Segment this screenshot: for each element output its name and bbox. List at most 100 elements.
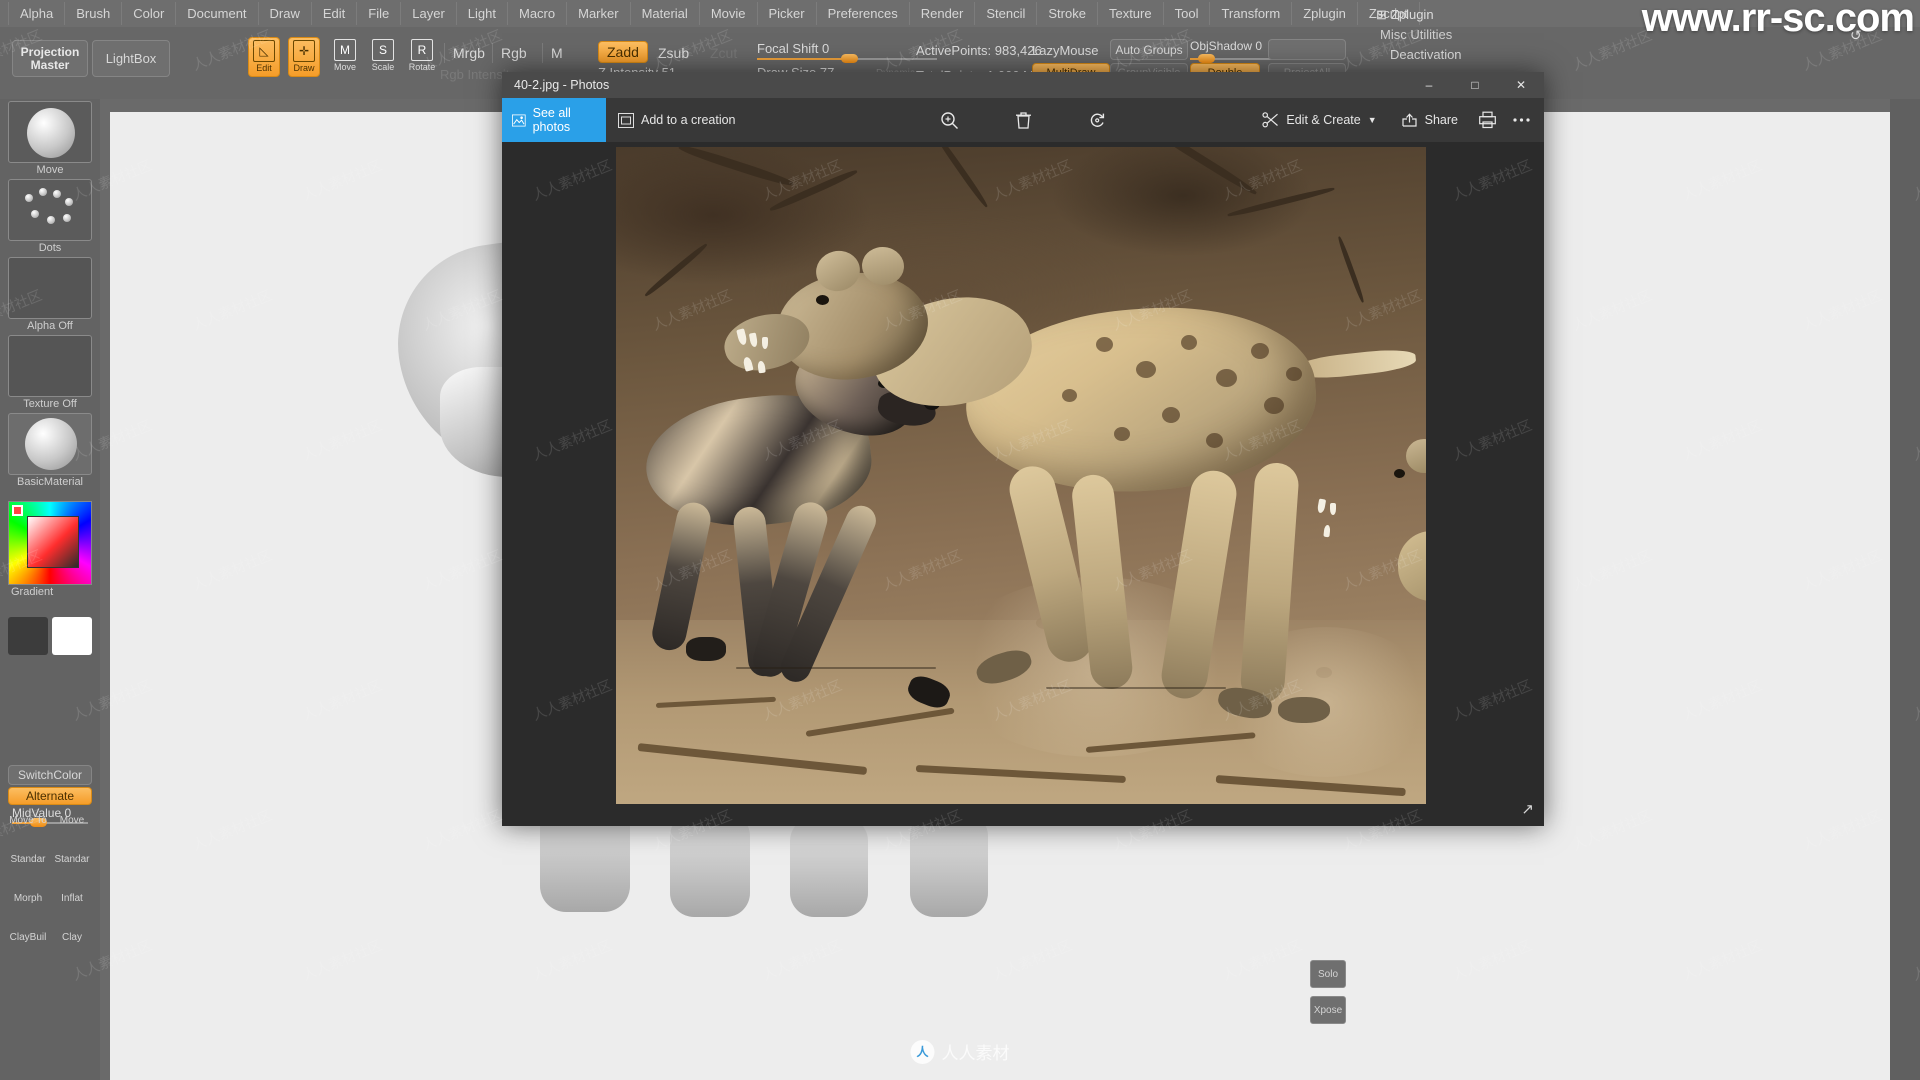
- alternate-label: Alternate: [25, 789, 75, 803]
- brush-extra-2[interactable]: [52, 971, 92, 1015]
- draw-label: Draw: [293, 63, 315, 73]
- brush-standard-2[interactable]: Standar: [52, 854, 92, 898]
- obj-shadow-label: ObjShadow 0: [1190, 39, 1263, 53]
- edit-label: Edit: [256, 63, 272, 73]
- menu-item-brush[interactable]: Brush: [65, 2, 123, 25]
- photos-window[interactable]: 40-2.jpg - Photos – □ ✕ See all photos A…: [502, 72, 1544, 826]
- lightbox-button[interactable]: LightBox: [92, 40, 170, 77]
- more-icon[interactable]: [1504, 103, 1538, 137]
- print-icon[interactable]: [1470, 103, 1504, 137]
- see-all-photos-label: See all photos: [532, 106, 571, 134]
- photo-image[interactable]: [616, 147, 1426, 804]
- menu-item-file[interactable]: File: [357, 2, 402, 25]
- menu-item-layer[interactable]: Layer: [401, 2, 457, 25]
- add-to-creation-button[interactable]: Add to a creation: [606, 98, 748, 142]
- menu-item-zplugin[interactable]: Zplugin: [1292, 2, 1358, 25]
- m-button[interactable]: M: [542, 43, 571, 63]
- add-to-creation-label: Add to a creation: [641, 113, 736, 127]
- gradient-label[interactable]: Gradient: [8, 586, 92, 598]
- brush-selector[interactable]: Move: [8, 101, 92, 176]
- alpha-selector[interactable]: Alpha Off: [8, 257, 92, 332]
- brush-standard-1[interactable]: Standar: [8, 854, 48, 898]
- solo-button[interactable]: Solo: [1310, 960, 1346, 988]
- menu-item-alpha[interactable]: Alpha: [8, 2, 66, 25]
- switch-color-button[interactable]: SwitchColor: [8, 765, 92, 785]
- menu-item-macro[interactable]: Macro: [508, 2, 568, 25]
- brush-row-4: ClayBuil Clay: [8, 932, 92, 976]
- brush-clay[interactable]: Clay: [52, 932, 92, 976]
- move-label: Move: [333, 62, 356, 72]
- menu-item-texture[interactable]: Texture: [1098, 2, 1164, 25]
- share-button[interactable]: Share: [1389, 98, 1470, 142]
- projection-master-button[interactable]: Projection Master: [12, 40, 88, 77]
- brush-morph[interactable]: Morph: [8, 893, 48, 937]
- menu-item-movie[interactable]: Movie: [700, 2, 758, 25]
- resize-handle-icon[interactable]: ↗: [1521, 800, 1534, 818]
- zsub-button[interactable]: Zsub: [650, 43, 697, 63]
- edit-create-button[interactable]: Edit & Create ▼: [1250, 98, 1388, 142]
- brush-move-to[interactable]: Move To: [8, 815, 48, 859]
- edit-mode-button[interactable]: ◺ Edit: [248, 37, 280, 77]
- color-swatches[interactable]: [8, 617, 92, 655]
- menu-item-stencil[interactable]: Stencil: [975, 2, 1038, 25]
- menu-item-render[interactable]: Render: [910, 2, 976, 25]
- photos-titlebar[interactable]: 40-2.jpg - Photos – □ ✕: [502, 72, 1544, 98]
- brush-move[interactable]: Move: [52, 815, 92, 859]
- material-thumbnail: [8, 413, 92, 475]
- brush-extra-1[interactable]: [8, 971, 48, 1015]
- add-creation-icon: [618, 112, 634, 128]
- site-watermark: www.rr-sc.com: [1641, 0, 1915, 40]
- menu-item-light[interactable]: Light: [457, 2, 508, 25]
- see-all-photos-button[interactable]: See all photos: [502, 98, 606, 142]
- menu-item-transform[interactable]: Transform: [1210, 2, 1293, 25]
- brush-row-5: [8, 971, 92, 1015]
- rgb-button[interactable]: Rgb: [492, 43, 535, 63]
- menu-item-material[interactable]: Material: [631, 2, 700, 25]
- color-picker[interactable]: Gradient: [8, 501, 92, 598]
- alternate-button[interactable]: Alternate: [8, 787, 92, 805]
- zadd-button[interactable]: Zadd: [598, 41, 648, 63]
- close-icon[interactable]: ✕: [1498, 72, 1544, 98]
- primary-color-swatch[interactable]: [8, 617, 48, 655]
- move-mode-button[interactable]: M Move: [330, 39, 360, 81]
- share-icon: [1402, 112, 1417, 127]
- draw-mode-button[interactable]: ✛ Draw: [288, 37, 320, 77]
- menu-item-color[interactable]: Color: [122, 2, 177, 25]
- secondary-color-swatch[interactable]: [52, 617, 92, 655]
- menu-item-tool[interactable]: Tool: [1164, 2, 1211, 25]
- menu-item-stroke[interactable]: Stroke: [1037, 2, 1098, 25]
- obj-shadow-slider[interactable]: ObjShadow 0: [1190, 39, 1276, 63]
- zoom-icon[interactable]: [932, 103, 966, 137]
- menu-item-picker[interactable]: Picker: [758, 2, 817, 25]
- zbrush-right-rail[interactable]: [1890, 99, 1920, 1080]
- xpose-button[interactable]: Xpose: [1310, 996, 1346, 1024]
- zbrush-left-shelf: Move Dots Alpha Off Texture Off BasicMat…: [0, 99, 100, 1080]
- menu-item-edit[interactable]: Edit: [312, 2, 358, 25]
- texture-selector[interactable]: Texture Off: [8, 335, 92, 410]
- rotate-icon[interactable]: [1080, 103, 1114, 137]
- projection-master-label: Projection Master: [20, 44, 80, 72]
- rotate-mode-button[interactable]: R Rotate: [407, 39, 437, 81]
- delete-icon[interactable]: [1006, 103, 1040, 137]
- color-square[interactable]: [27, 516, 79, 568]
- menu-item-preferences[interactable]: Preferences: [817, 2, 910, 25]
- menu-item-draw[interactable]: Draw: [259, 2, 312, 25]
- photos-viewer-stage[interactable]: ↗: [502, 142, 1544, 826]
- focal-shift-slider[interactable]: Focal Shift 0: [757, 41, 942, 63]
- minimize-icon[interactable]: –: [1406, 72, 1452, 98]
- spotted-hyena-right: [1302, 439, 1426, 627]
- mrgb-button[interactable]: Mrgb: [444, 43, 493, 63]
- project-all-button[interactable]: [1268, 39, 1346, 60]
- zcut-button[interactable]: Zcut: [702, 43, 745, 63]
- lazy-mouse-label[interactable]: LazyMouse: [1032, 43, 1098, 58]
- brush-inflat[interactable]: Inflat: [52, 893, 92, 937]
- material-selector[interactable]: BasicMaterial: [8, 413, 92, 488]
- menu-item-marker[interactable]: Marker: [567, 2, 631, 25]
- maximize-icon[interactable]: □: [1452, 72, 1498, 98]
- auto-groups-button[interactable]: Auto Groups: [1110, 39, 1188, 60]
- menu-item-document[interactable]: Document: [176, 2, 259, 25]
- deactivation-button[interactable]: Deactivation: [1390, 47, 1462, 62]
- scale-mode-button[interactable]: S Scale: [368, 39, 398, 81]
- stroke-selector[interactable]: Dots: [8, 179, 92, 254]
- brush-claybuildup[interactable]: ClayBuil: [8, 932, 48, 976]
